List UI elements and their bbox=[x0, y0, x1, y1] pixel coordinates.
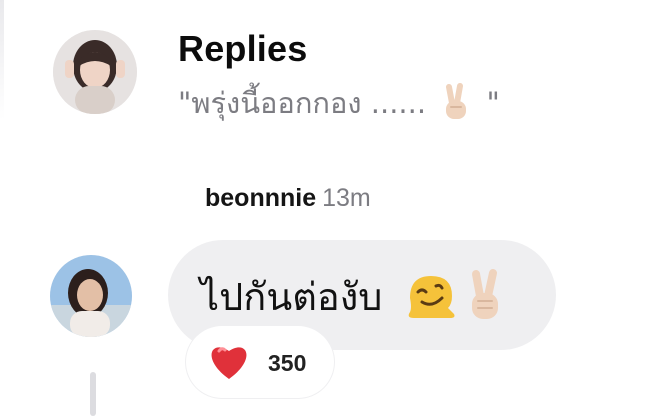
snippet-text: "พรุ่งนี้ออกกอง ...... bbox=[178, 86, 427, 120]
melting-face-icon bbox=[404, 272, 458, 325]
heart-icon[interactable] bbox=[207, 339, 251, 386]
victory-hand-icon bbox=[439, 82, 473, 128]
comment-author[interactable]: beonnnie bbox=[205, 184, 316, 212]
comment-meta: beonnnie 13m bbox=[205, 184, 371, 213]
window-edge bbox=[0, 0, 4, 120]
original-author-avatar[interactable] bbox=[53, 30, 137, 114]
comment-text: ไปกันต่องับ bbox=[200, 275, 383, 319]
snippet-close-quote: " bbox=[486, 86, 500, 120]
comment-timestamp: 13m bbox=[322, 184, 371, 212]
original-post-snippet[interactable]: "พรุ่งนี้ออกกอง ...... " bbox=[178, 80, 500, 128]
victory-hand-icon bbox=[463, 268, 507, 327]
reaction-count: 350 bbox=[268, 350, 307, 376]
page-title: Replies bbox=[178, 28, 308, 69]
commenter-avatar[interactable] bbox=[50, 255, 132, 337]
thread-line bbox=[90, 372, 96, 416]
